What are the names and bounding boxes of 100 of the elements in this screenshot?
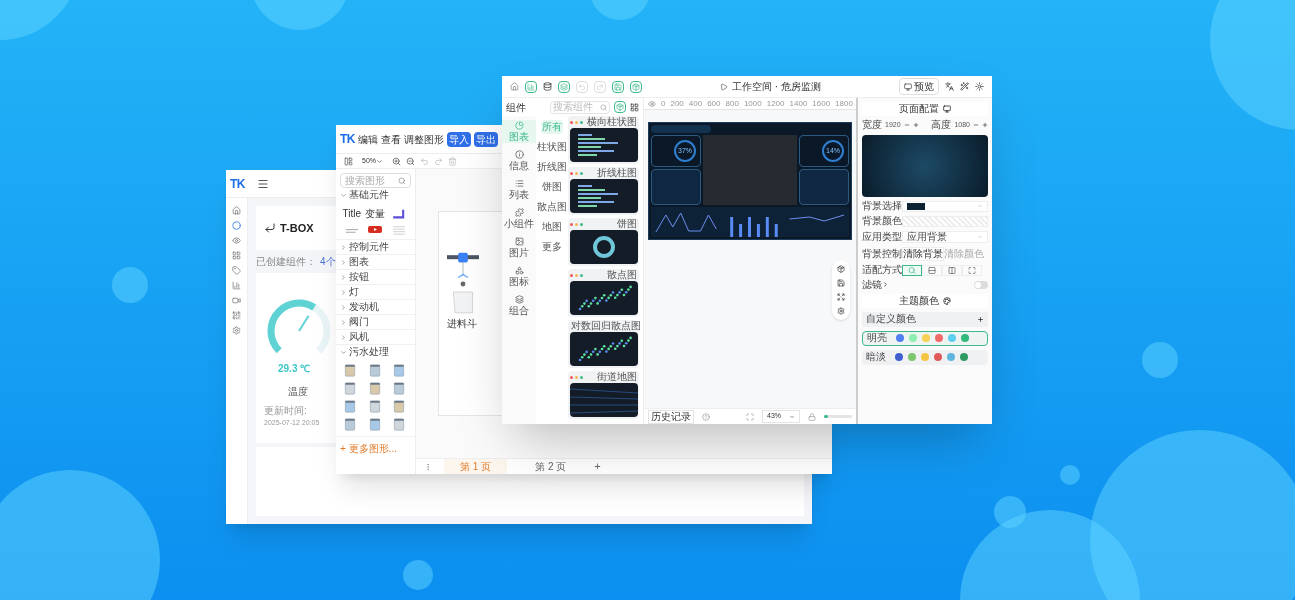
- text-lines-icon[interactable]: [344, 226, 359, 234]
- group-header[interactable]: 风机: [336, 330, 415, 344]
- nav-icon[interactable]: [232, 206, 241, 215]
- nav-icon[interactable]: [232, 236, 241, 245]
- data-tool-icon[interactable]: [543, 82, 552, 91]
- palette-row[interactable]: 明亮: [862, 330, 988, 346]
- chart-card[interactable]: 折线柱图: [568, 167, 639, 215]
- chart-tool-icon[interactable]: [525, 80, 537, 93]
- layout-icon[interactable]: [344, 156, 353, 166]
- more-icon[interactable]: [424, 462, 432, 471]
- chevron-icon[interactable]: [882, 281, 889, 288]
- help-icon[interactable]: [702, 412, 710, 421]
- chart-thumbnail: [569, 332, 638, 366]
- ruler-mark: 200: [670, 99, 684, 108]
- filter-toggle[interactable]: [974, 280, 988, 289]
- chart-card[interactable]: 饼图: [568, 218, 639, 266]
- back-icon[interactable]: [264, 222, 276, 234]
- group-header[interactable]: 图表: [336, 255, 415, 269]
- subcategory-tab[interactable]: 柱状图: [536, 140, 568, 154]
- chart-card[interactable]: 街道地图: [568, 371, 639, 419]
- pipe-icon[interactable]: [392, 208, 407, 219]
- bubble-decoration: [1060, 465, 1080, 485]
- nav-icon[interactable]: [232, 326, 241, 335]
- menu-item[interactable]: 调整图形: [403, 131, 444, 147]
- category-tab[interactable]: 图标: [502, 265, 536, 288]
- element-item[interactable]: 变量: [365, 206, 386, 221]
- palette-row[interactable]: 暗淡: [862, 349, 988, 365]
- layers-tool-icon[interactable]: [558, 80, 570, 93]
- increase-icon[interactable]: [982, 122, 988, 129]
- subcategory-tab[interactable]: 地图: [541, 220, 563, 234]
- group-header[interactable]: 按钮: [336, 270, 415, 284]
- lock-icon[interactable]: [808, 412, 816, 421]
- wand-icon[interactable]: [960, 82, 969, 91]
- zoom-slider-fill[interactable]: [824, 415, 829, 418]
- decrease-icon[interactable]: [903, 122, 910, 129]
- add-page-button[interactable]: +: [594, 458, 601, 475]
- menu-item[interactable]: 编辑: [357, 131, 378, 147]
- app-logo: TK: [340, 131, 355, 148]
- nav-icon[interactable]: [232, 251, 241, 260]
- decrease-icon[interactable]: [973, 122, 979, 129]
- custom-color-row[interactable]: 自定义颜色: [862, 311, 988, 327]
- subcategory-tab[interactable]: 散点图: [536, 200, 568, 214]
- category-tab[interactable]: 小组件: [502, 207, 536, 230]
- fit-mode-icon[interactable]: [902, 264, 922, 276]
- chart-card[interactable]: 横向柱状图: [568, 116, 639, 164]
- category-tab[interactable]: 组合: [502, 294, 536, 317]
- action-button[interactable]: 导出: [473, 131, 498, 147]
- background-select[interactable]: [902, 200, 988, 212]
- element-item[interactable]: Title: [342, 206, 362, 221]
- nav-icon[interactable]: [232, 221, 241, 230]
- field-label: 适配方式: [862, 265, 902, 275]
- export-icon[interactable]: [630, 80, 642, 93]
- group-header[interactable]: 阀门: [336, 315, 415, 329]
- preview-button[interactable]: 预览: [899, 78, 939, 95]
- category-tab[interactable]: 图片: [502, 236, 536, 259]
- table-panel: [799, 169, 849, 205]
- subcategory-tab[interactable]: 更多: [541, 240, 563, 254]
- group-header[interactable]: 基础元件: [336, 188, 415, 202]
- language-icon[interactable]: [945, 82, 954, 91]
- group-header[interactable]: 污水处理: [336, 345, 415, 359]
- window-dots-icon: [570, 171, 583, 175]
- clear-background-button[interactable]: 清除背景: [902, 246, 944, 261]
- node-label: 进料斗: [447, 317, 477, 331]
- home-icon[interactable]: [510, 82, 519, 91]
- menu-icon[interactable]: [256, 177, 269, 190]
- play-button-icon[interactable]: [367, 225, 384, 235]
- category-tab[interactable]: 信息: [502, 149, 536, 172]
- page-tab[interactable]: 第 2 页: [519, 459, 583, 474]
- bubble-decoration: [403, 560, 433, 590]
- subcategory-tab[interactable]: 折线图: [536, 160, 568, 174]
- app-type-select[interactable]: 应用背景: [902, 230, 988, 243]
- zoom-in-icon[interactable]: [392, 156, 401, 166]
- package-icon[interactable]: [837, 265, 845, 273]
- chart-card[interactable]: 散点图: [568, 269, 639, 317]
- nav-icon[interactable]: [232, 311, 241, 320]
- category-tab[interactable]: 列表: [502, 178, 536, 201]
- chart-thumbnail: [569, 383, 638, 417]
- settings-icon[interactable]: [837, 307, 845, 315]
- table-panel: [651, 169, 701, 205]
- theme-icon[interactable]: [975, 82, 984, 91]
- grid-view-icon[interactable]: [630, 102, 639, 112]
- nav-icon[interactable]: [232, 296, 241, 305]
- chart-card[interactable]: 对数回归散点图: [568, 320, 639, 368]
- subcategory-tab[interactable]: 饼图: [541, 180, 563, 194]
- group-header[interactable]: 发动机: [336, 300, 415, 314]
- nav-icon[interactable]: [232, 281, 241, 290]
- delete-icon[interactable]: [448, 156, 457, 166]
- save-icon[interactable]: [612, 80, 624, 93]
- group-header[interactable]: 控制元件: [336, 240, 415, 254]
- menu-item[interactable]: 查看: [380, 131, 401, 147]
- action-button[interactable]: 导入: [446, 131, 471, 147]
- increase-icon[interactable]: [912, 122, 919, 129]
- filter-label[interactable]: 滤镜: [862, 279, 882, 290]
- fit-icon[interactable]: [746, 412, 754, 421]
- history-button[interactable]: 历史记录: [648, 409, 694, 424]
- save-icon[interactable]: [837, 279, 845, 287]
- nav-icon[interactable]: [232, 266, 241, 275]
- group-header[interactable]: 灯: [336, 285, 415, 299]
- visibility-icon[interactable]: [648, 99, 656, 108]
- zoom-out-icon[interactable]: [406, 156, 415, 166]
